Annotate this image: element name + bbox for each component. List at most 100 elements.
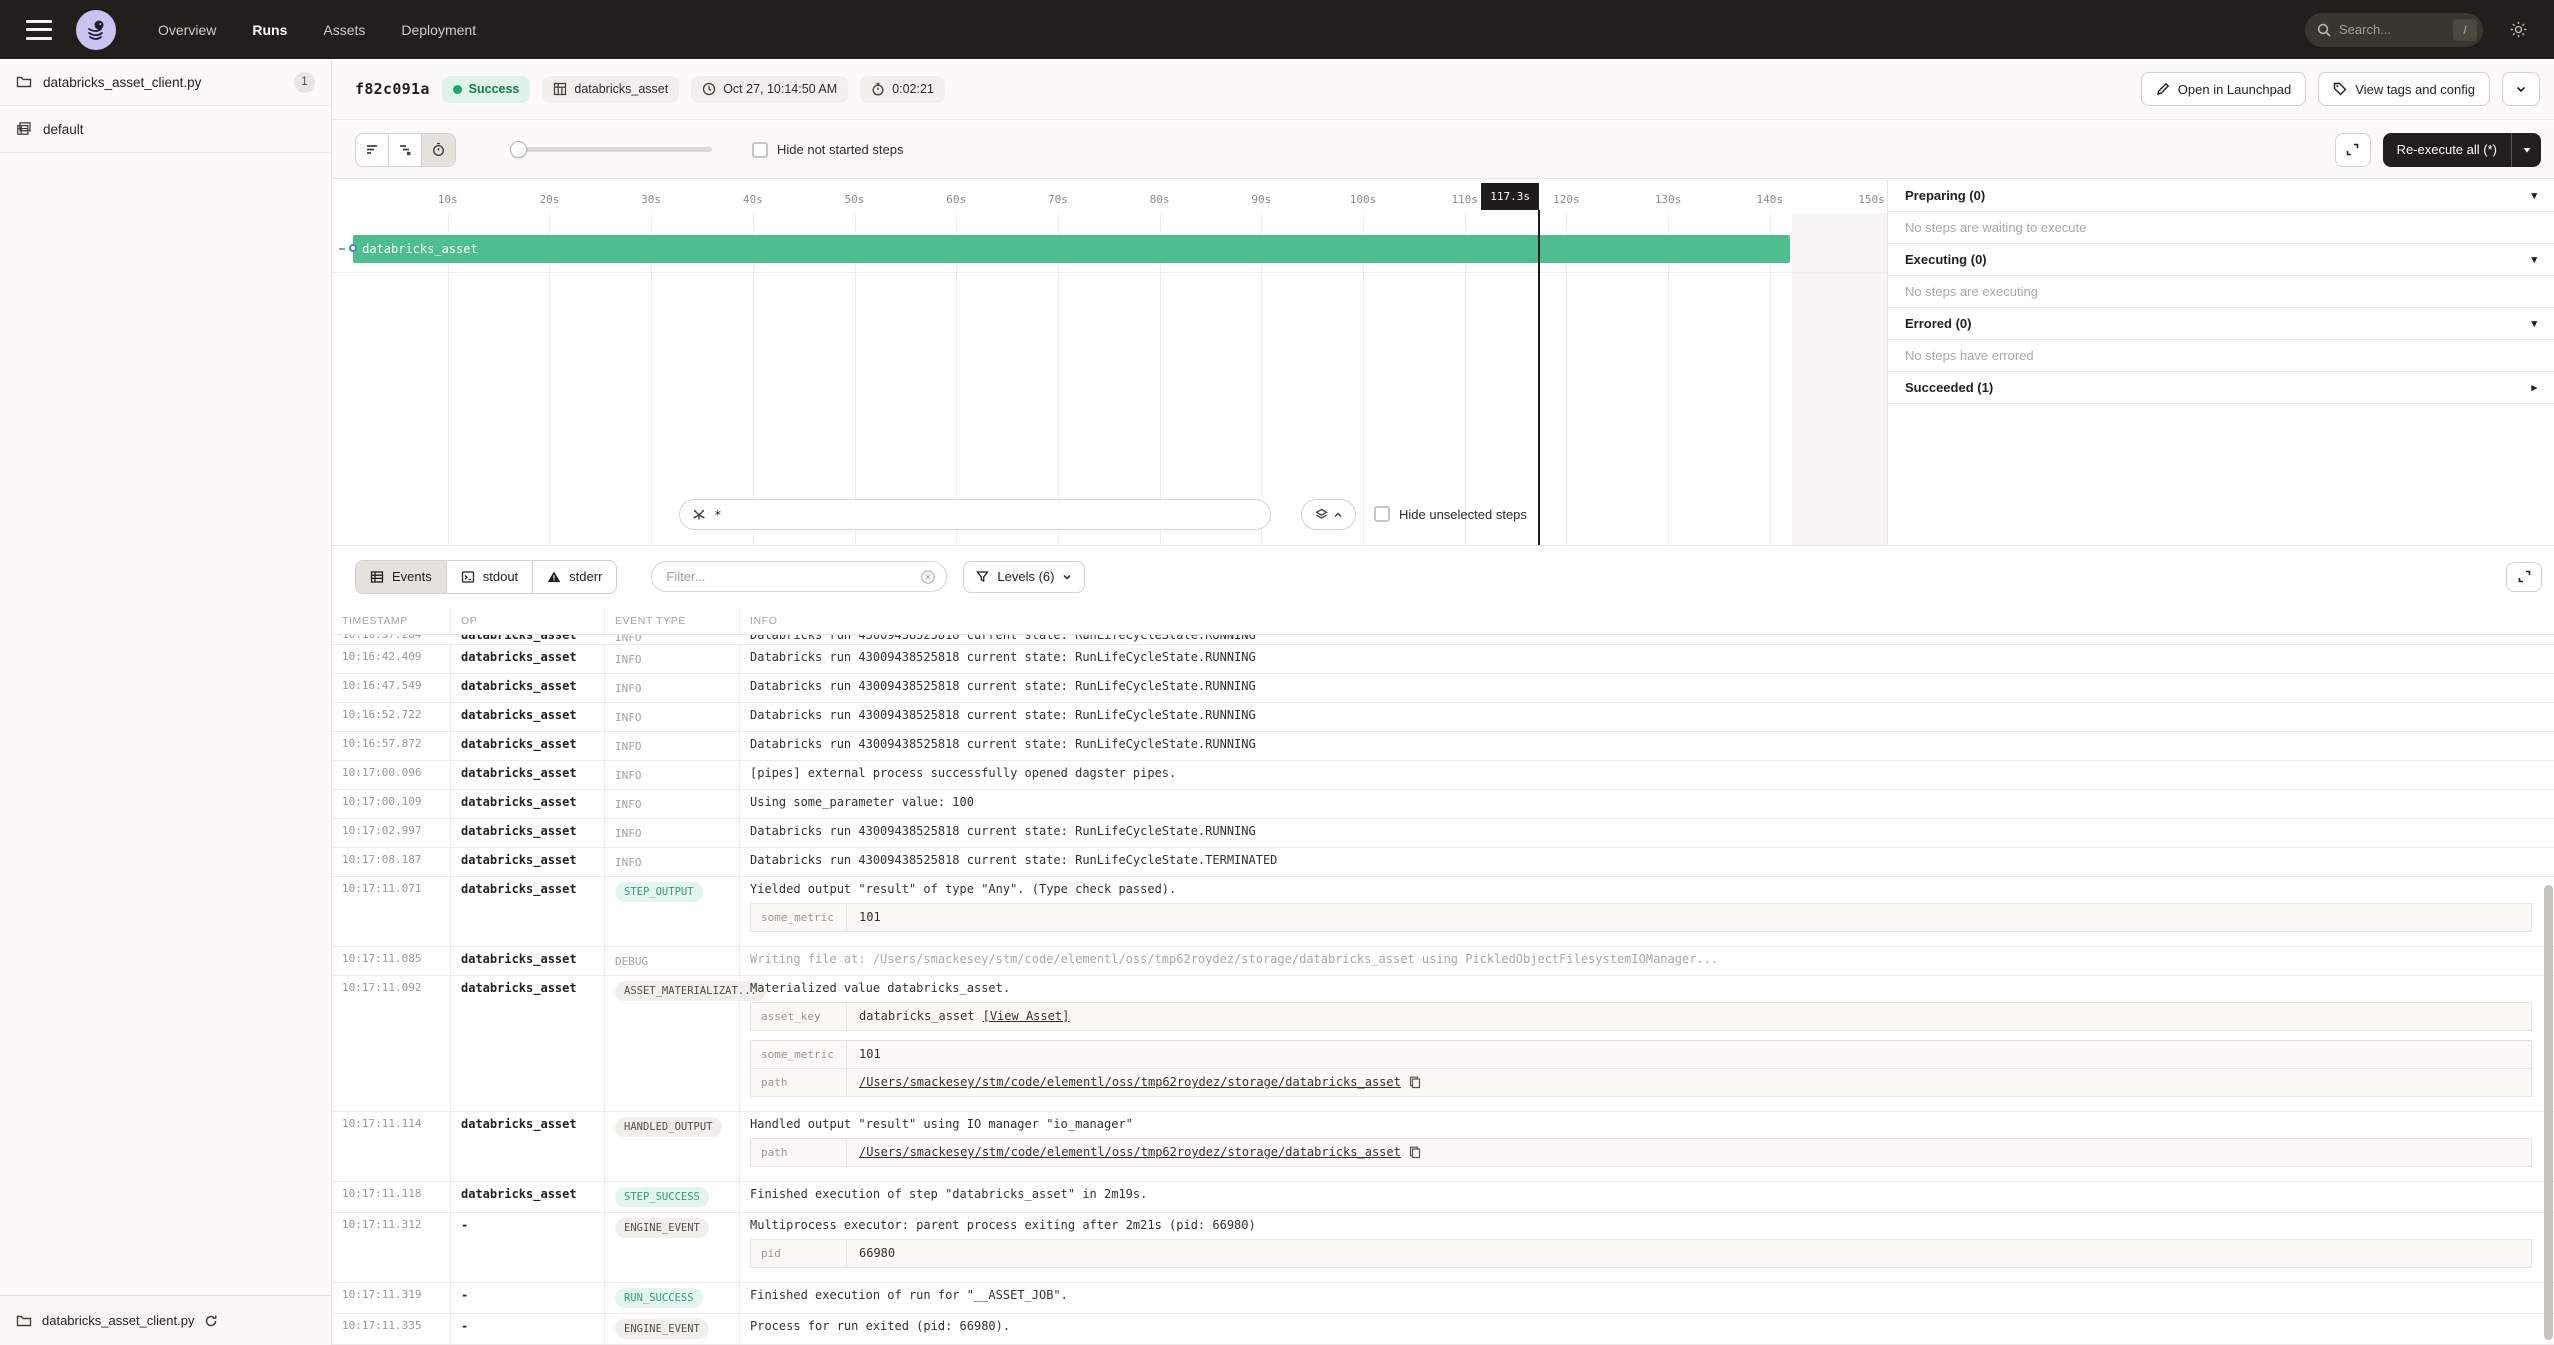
event-type-text: INFO [615,711,642,724]
levels-dropdown[interactable]: Levels (6) [963,561,1085,593]
warning-icon [547,570,561,584]
count-badge: 1 [294,72,315,93]
reexecute-caret[interactable] [2511,133,2541,167]
log-row[interactable]: 10:17:11.085databricks_assetDEBUGWriting… [332,947,2554,976]
col-header-op[interactable]: OP [451,607,605,634]
zoom-slider[interactable] [512,147,712,152]
gear-icon[interactable] [2509,20,2528,39]
log-fullscreen-button[interactable] [2506,562,2542,592]
copy-icon[interactable] [1409,1146,1421,1159]
log-event-type: RUN_SUCCESS [605,1283,740,1313]
hide-not-started-row: Hide not started steps [752,142,903,158]
clear-filter-icon[interactable] [920,569,936,585]
step-selector[interactable] [679,499,1271,530]
clock-icon [702,82,716,96]
log-op: databricks_asset [451,674,605,702]
tab-stdout[interactable]: stdout [447,561,533,593]
selector-options-button[interactable] [1301,499,1356,530]
open-in-launchpad-button[interactable]: Open in Launchpad [2141,72,2306,106]
log-scrollbar-thumb[interactable] [2544,885,2553,1340]
axis-tick: 80s [1150,193,1170,206]
gantt-chart: 10s20s30s40s50s60s70s80s90s100s110s120s1… [332,180,1887,545]
log-row[interactable]: 10:17:08.187databricks_assetINFODatabric… [332,848,2554,877]
chevron-right-icon[interactable]: ▸ [2531,381,2537,394]
tab-events[interactable]: Events [356,561,447,593]
log-tab-group: Eventsstdoutstderr [355,560,617,594]
step-section-executing[interactable]: Executing (0)▾ [1888,244,2554,276]
copy-icon[interactable] [1409,1076,1421,1089]
log-panel: Eventsstdoutstderr Levels (6) [332,545,2554,1345]
step-section-preparing[interactable]: Preparing (0)▾ [1888,180,2554,212]
sidebar-footer-label[interactable]: databricks_asset_client.py [42,1313,194,1328]
col-header-event-type[interactable]: EVENT TYPE [605,607,740,634]
timed-view-button[interactable] [422,134,455,166]
log-info-text: Databricks run 43009438525818 current st… [750,679,2544,694]
col-header-timestamp[interactable]: TIMESTAMP [332,607,451,634]
step-selector-input[interactable] [714,507,1258,522]
axis-tick: 130s [1655,193,1682,206]
log-info-text: [pipes] external process successfully op… [750,766,2544,781]
log-info: Finished execution of run for "__ASSET_J… [740,1283,2554,1313]
step-section-succeeded[interactable]: Succeeded (1)▸ [1888,372,2554,404]
log-info: Process for run exited (pid: 66980). [740,1314,2554,1344]
nav-item-assets[interactable]: Assets [323,22,365,38]
log-row[interactable]: 10:16:57.872databricks_assetINFODatabric… [332,732,2554,761]
metadata-link[interactable]: [View Asset] [983,1009,1070,1024]
hide-not-started-checkbox[interactable] [752,142,768,158]
gantt-bar-databricks_asset[interactable]: databricks_asset [353,235,1790,263]
log-row[interactable]: 10:17:11.114databricks_assetHANDLED_OUTP… [332,1112,2554,1182]
log-info: Databricks run 43009438525818 current st… [740,848,2554,876]
log-row[interactable]: 10:17:11.312-ENGINE_EVENTMultiprocess ex… [332,1213,2554,1283]
log-filter[interactable] [651,561,947,592]
log-row[interactable]: 10:17:11.092databricks_assetASSET_MATERI… [332,976,2554,1112]
sidebar-item-default[interactable]: default [0,106,331,153]
dagster-logo-icon[interactable] [76,10,116,50]
chevron-down-icon[interactable]: ▾ [2531,253,2537,266]
tab-stderr[interactable]: stderr [533,561,616,593]
hide-unselected-checkbox[interactable] [1374,506,1390,522]
metadata-link[interactable]: /Users/smackesey/stm/code/elementl/oss/t… [859,1145,1401,1160]
log-row[interactable]: 10:17:11.319-RUN_SUCCESSFinished executi… [332,1283,2554,1314]
log-info: Databricks run 43009438525818 current st… [740,645,2554,673]
refresh-icon[interactable] [204,1314,218,1328]
log-event-type: INFO [605,732,740,760]
log-event-type: DEBUG [605,947,740,975]
menu-icon[interactable] [26,20,52,40]
step-section-errored[interactable]: Errored (0)▾ [1888,308,2554,340]
global-search[interactable]: / [2305,13,2483,47]
log-timestamp: 10:16:47.549 [332,674,451,702]
run-more-actions-button[interactable] [2502,72,2540,106]
log-row[interactable]: 10:16:42.409databricks_assetINFODatabric… [332,645,2554,674]
log-row[interactable]: 10:17:00.096databricks_assetINFO[pipes] … [332,761,2554,790]
log-timestamp: 10:17:11.118 [332,1182,451,1212]
sidebar-item-file[interactable]: databricks_asset_client.py1 [0,59,331,106]
log-row[interactable]: 10:16:52.722databricks_assetINFODatabric… [332,703,2554,732]
chevron-down-icon[interactable]: ▾ [2531,189,2537,202]
log-row[interactable]: 10:17:02.997databricks_assetINFODatabric… [332,819,2554,848]
chevron-down-icon[interactable]: ▾ [2531,317,2537,330]
log-row[interactable]: 10:17:11.335-ENGINE_EVENTProcess for run… [332,1314,2554,1345]
search-input[interactable] [2339,22,2453,37]
metadata-table: some_metric101path/Users/smackesey/stm/c… [750,1040,2532,1097]
nav-item-runs[interactable]: Runs [252,22,287,38]
waterfall-view-button[interactable] [389,134,422,166]
nav-item-overview[interactable]: Overview [158,22,216,38]
reexecute-button[interactable]: Re-execute all (*) [2383,133,2541,167]
nav-item-deployment[interactable]: Deployment [401,22,476,38]
event-type-text: INFO [615,653,642,666]
log-row[interactable]: 10:17:11.118databricks_assetSTEP_SUCCESS… [332,1182,2554,1213]
zoom-slider-knob[interactable] [510,141,527,158]
flat-view-button[interactable] [356,134,389,166]
log-op: databricks_asset [451,635,605,637]
asset-tag[interactable]: databricks_asset [542,76,679,103]
log-row[interactable]: 10:16:47.549databricks_assetINFODatabric… [332,674,2554,703]
log-row[interactable]: 10:16:37.284databricks_assetINFODatabric… [332,635,2554,645]
view-mode-group [355,133,456,167]
log-row[interactable]: 10:17:11.071databricks_assetSTEP_OUTPUTY… [332,877,2554,947]
log-row[interactable]: 10:17:00.109databricks_assetINFOUsing so… [332,790,2554,819]
log-filter-input[interactable] [666,569,920,584]
event-type-text: DEBUG [615,955,648,968]
metadata-link[interactable]: /Users/smackesey/stm/code/elementl/oss/t… [859,1075,1401,1090]
view-tags-config-button[interactable]: View tags and config [2318,72,2490,106]
gantt-fullscreen-button[interactable] [2335,133,2371,167]
